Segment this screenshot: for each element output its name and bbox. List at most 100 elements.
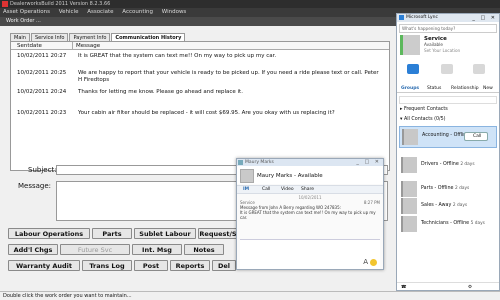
phone-icon[interactable]: ☎ [401, 285, 407, 290]
contact-item[interactable]: Technicians - Offline 5 days [399, 214, 497, 236]
column-header-sentdate[interactable]: Sentdate [11, 42, 73, 49]
conversations-icon[interactable] [441, 64, 453, 74]
my-presence-dropdown[interactable]: Available [424, 42, 443, 47]
lync-title-bar: Microsoft Lync _ □ ✕ [397, 14, 499, 22]
menu-windows[interactable]: Windows [162, 9, 187, 15]
contact-item[interactable]: Drivers - Offline 2 days [399, 155, 497, 177]
video-button[interactable]: Video [281, 186, 294, 194]
row-sentdate: 10/02/2011 20:24 [17, 89, 67, 95]
contact-name: Drivers - Offline 2 days [421, 162, 475, 167]
message-compose-input[interactable]: A [240, 239, 380, 269]
window-controls[interactable]: _ □ ✕ [472, 14, 497, 22]
tab-communication-history[interactable]: Communication History [111, 33, 186, 41]
conversation-title-bar: Maury Marks _ □ ✕ [237, 159, 383, 166]
my-avatar[interactable] [400, 35, 420, 55]
group-label: Frequent Contacts [403, 107, 448, 112]
group-all-contacts[interactable]: ▾ All Contacts (0/5) [400, 117, 446, 122]
conversation-window[interactable]: Maury Marks _ □ ✕ Maury Marks - Availabl… [236, 158, 384, 270]
row-sentdate: 10/02/2011 20:23 [17, 110, 67, 116]
app-title-bar: DealerworksBuild 2011 Version 8.2.3.66 [0, 0, 500, 8]
contact-avatar [401, 216, 417, 232]
tab-status[interactable]: Status [427, 84, 441, 93]
font-icon[interactable]: A [363, 258, 368, 266]
post-button[interactable]: Post [134, 260, 168, 271]
app-icon [2, 1, 8, 7]
document-tab-work-order[interactable]: Work Order ... [6, 18, 41, 24]
im-button[interactable]: IM [243, 186, 249, 194]
tab-strip: Main Service Info Payment Info Communica… [10, 33, 186, 41]
contacts-icon[interactable] [407, 64, 419, 74]
my-location[interactable]: Set Your Location [424, 48, 460, 53]
contact-avatar [401, 198, 417, 214]
emoticon-icon[interactable] [370, 259, 377, 266]
add-charges-button[interactable]: Add'l Chgs [8, 244, 58, 255]
communication-history-grid[interactable]: Sentdate Message 10/02/2011 20:27 It is … [10, 41, 390, 171]
labour-operations-button[interactable]: Labour Operations [8, 228, 90, 239]
table-row[interactable]: 10/02/2011 20:27 It is GREAT that the sy… [11, 53, 391, 60]
future-service-button[interactable]: Future Svc [60, 244, 130, 255]
group-label: All Contacts (0/5) [403, 117, 446, 122]
parts-button[interactable]: Parts [92, 228, 132, 239]
menu-associate[interactable]: Associate [87, 9, 113, 15]
delete-button[interactable]: Del [212, 260, 236, 271]
contact-search-input[interactable] [399, 96, 497, 104]
message-line: It is GREAT that the system can text me!… [240, 210, 376, 220]
subject-label: Subject: [28, 166, 57, 174]
lync-nav-bar [397, 61, 499, 83]
tab-main[interactable]: Main [10, 33, 30, 41]
message-label: Message: [18, 182, 52, 190]
message-time: 8:27 PM [363, 200, 380, 205]
group-frequent-contacts[interactable]: ▸ Frequent Contacts [400, 107, 448, 112]
lync-window: Microsoft Lync _ □ ✕ What's happening to… [396, 13, 500, 291]
conversation-window-title: Maury Marks [245, 160, 274, 165]
phone-icon[interactable] [473, 64, 485, 74]
row-message: It is GREAT that the system can text me!… [78, 53, 277, 59]
row-message: Your cabin air filter should be replaced… [78, 110, 335, 116]
menu-asset-operations[interactable]: Asset Operations [3, 9, 50, 15]
internal-message-button[interactable]: Int. Msg [132, 244, 182, 255]
share-button[interactable]: Share [301, 186, 314, 194]
table-row[interactable]: 10/02/2011 20:25 We are happy to report … [11, 70, 391, 83]
tab-payment-info[interactable]: Payment Info [69, 33, 111, 41]
reports-button[interactable]: Reports [170, 260, 210, 271]
contact-name: Parts - Offline 2 days [421, 186, 470, 191]
row-message: We are happy to report that your vehicle… [78, 70, 379, 83]
column-header-message[interactable]: Message [73, 42, 100, 49]
contact-avatar [401, 181, 417, 197]
contact-name: Technicians - Offline 5 days [421, 221, 485, 226]
lync-footer: ☎ ⚙ [397, 282, 499, 291]
call-button[interactable]: Call [262, 186, 270, 194]
status-bar: Double click the work order you want to … [0, 291, 500, 300]
contact-item[interactable]: Accounting - Offline Call [399, 126, 497, 148]
table-row[interactable]: 10/02/2011 20:23 Your cabin air filter s… [11, 110, 391, 117]
menu-accounting[interactable]: Accounting [122, 9, 153, 15]
tab-groups[interactable]: Groups [401, 84, 419, 93]
grid-header: Sentdate Message [11, 42, 389, 50]
menu-vehicle[interactable]: Vehicle [59, 9, 79, 15]
warranty-audit-button[interactable]: Warranty Audit [8, 260, 80, 271]
trans-log-button[interactable]: Trans Log [82, 260, 132, 271]
tab-service-info[interactable]: Service Info [30, 33, 69, 41]
row-message: Thanks for letting me know. Please go ah… [78, 89, 243, 95]
tab-relationship[interactable]: Relationship [451, 84, 479, 93]
table-row[interactable]: 10/02/2011 20:24 Thanks for letting me k… [11, 89, 391, 96]
lync-view-tabs: Groups Status Relationship New [397, 84, 499, 93]
status-message-input[interactable]: What's happening today? [399, 24, 497, 33]
row-sentdate: 10/02/2011 20:27 [17, 53, 67, 59]
settings-icon[interactable]: ⚙ [468, 285, 472, 290]
conversation-log: 10/02/2011 Service 8:27 PM Message from … [240, 195, 380, 237]
contact-name-status: Maury Marks - Available [257, 173, 323, 179]
lync-icon [399, 15, 404, 20]
tab-new[interactable]: New [483, 84, 493, 93]
notes-button[interactable]: Notes [184, 244, 224, 255]
contact-name: Accounting - Offline [422, 133, 470, 138]
conversation-toolbar: IM Call Video Share [237, 185, 383, 194]
sublet-labour-button[interactable]: Sublet Labour [134, 228, 196, 239]
contact-avatar [401, 157, 417, 173]
app-title: DealerworksBuild 2011 Version 8.2.3.66 [10, 1, 111, 7]
call-button[interactable]: Call [464, 132, 488, 141]
request-button[interactable]: Request/S [198, 228, 238, 239]
window-controls[interactable]: _ □ ✕ [356, 159, 381, 166]
lync-title: Microsoft Lync [406, 15, 438, 20]
contact-avatar [240, 169, 254, 183]
